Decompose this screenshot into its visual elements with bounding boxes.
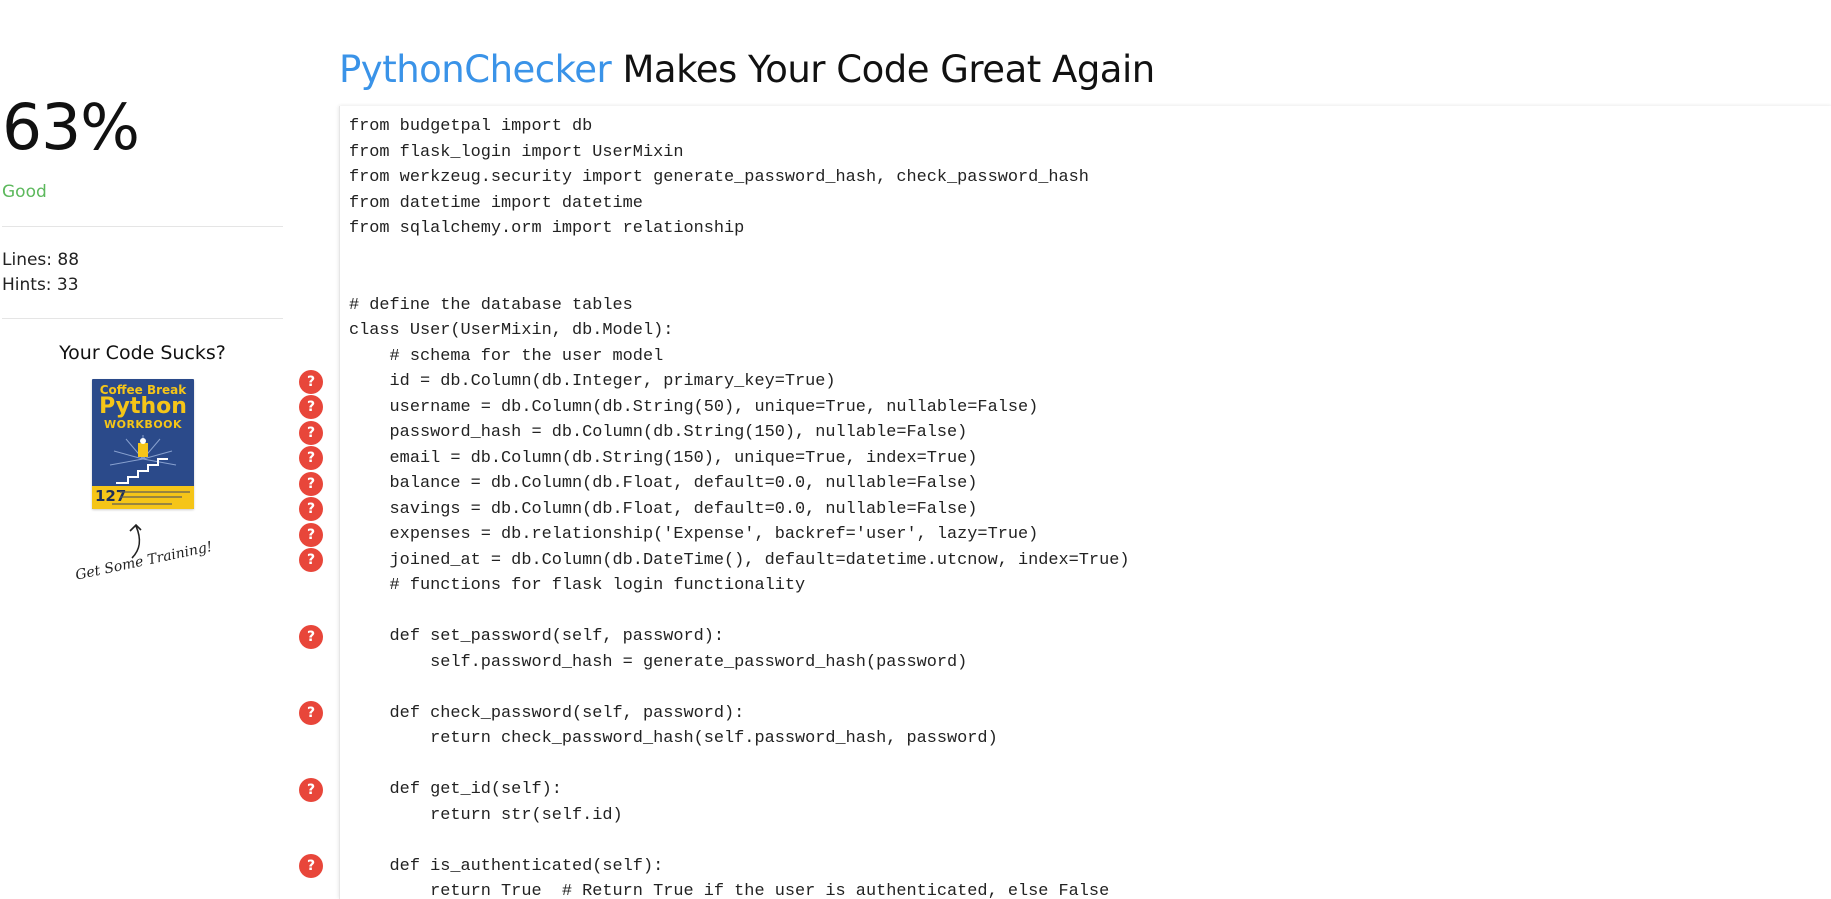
book-author-text [112, 503, 172, 505]
code-line[interactable] [349, 267, 1129, 293]
code-line[interactable]: return True # Return True if the user is… [349, 879, 1129, 899]
code-line[interactable]: self.password_hash = generate_password_h… [349, 650, 1129, 676]
code-line[interactable]: from werkzeug.security import generate_p… [349, 165, 1129, 191]
book-subtitle-text [120, 491, 190, 493]
code-line[interactable]: # functions for flask login functionalit… [349, 573, 1129, 599]
brand-name: PythonChecker [339, 48, 612, 91]
book-title-line3: WORKBOOK [103, 418, 183, 431]
hint-help-icon[interactable]: ? [299, 548, 323, 573]
lines-count: Lines: 88 [2, 250, 80, 270]
code-line[interactable] [349, 752, 1129, 778]
code-line[interactable]: balance = db.Column(db.Float, default=0.… [349, 471, 1129, 497]
hint-help-icon[interactable]: ? [299, 497, 323, 522]
code-line[interactable]: def is_authenticated(self): [349, 854, 1129, 880]
hint-help-icon[interactable]: ? [299, 624, 323, 649]
hint-help-icon[interactable]: ? [299, 471, 323, 496]
code-listing[interactable]: from budgetpal import db from flask_login… [349, 114, 1129, 899]
code-line[interactable]: id = db.Column(db.Integer, primary_key=T… [349, 369, 1129, 395]
code-line[interactable]: class User(UserMixin, db.Model): [349, 318, 1129, 344]
sidebar-divider [2, 318, 283, 319]
page-title: PythonChecker Makes Your Code Great Agai… [339, 45, 1155, 95]
code-line[interactable]: def set_password(self, password): [349, 624, 1129, 650]
code-line[interactable] [349, 242, 1129, 268]
code-line[interactable]: email = db.Column(db.String(150), unique… [349, 446, 1129, 472]
code-line[interactable]: expenses = db.relationship('Expense', ba… [349, 522, 1129, 548]
book-subtitle-text [120, 496, 182, 498]
code-line[interactable] [349, 828, 1129, 854]
hint-help-icon[interactable]: ? [299, 446, 323, 471]
code-line[interactable]: from flask_login import UserMixin [349, 140, 1129, 166]
staircase-illustration-icon [109, 435, 177, 484]
code-line[interactable]: username = db.Column(db.String(50), uniq… [349, 395, 1129, 421]
code-line[interactable]: # define the database tables [349, 293, 1129, 319]
book-title-line2: Python [99, 394, 187, 419]
hint-help-icon[interactable]: ? [299, 854, 323, 879]
code-line[interactable]: # schema for the user model [349, 344, 1129, 370]
code-line[interactable]: from datetime import datetime [349, 191, 1129, 217]
code-line[interactable]: from sqlalchemy.orm import relationship [349, 216, 1129, 242]
python-workbook-cover[interactable]: Coffee Break Python WORKBOOK 127 [92, 379, 194, 509]
code-line[interactable]: password_hash = db.Column(db.String(150)… [349, 420, 1129, 446]
code-line[interactable]: savings = db.Column(db.Float, default=0.… [349, 497, 1129, 523]
code-line[interactable]: return check_password_hash(self.password… [349, 726, 1129, 752]
hints-count: Hints: 33 [2, 275, 79, 295]
code-editor[interactable]: from budgetpal import db from flask_login… [339, 106, 1831, 899]
code-line[interactable]: def check_password(self, password): [349, 701, 1129, 727]
promo-title: Your Code Sucks? [59, 342, 226, 364]
python-checker-page: 63% Good Lines: 88 Hints: 33 Your Code S… [0, 0, 1831, 899]
hint-help-icon[interactable]: ? [299, 701, 323, 726]
score-percentage: 63% [2, 91, 140, 164]
tagline: Makes Your Code Great Again [611, 48, 1155, 91]
code-line[interactable]: joined_at = db.Column(db.DateTime(), def… [349, 548, 1130, 574]
code-line[interactable]: return str(self.id) [349, 803, 1129, 829]
hint-help-icon[interactable]: ? [299, 420, 323, 445]
code-line[interactable]: def get_id(self): [349, 777, 1129, 803]
hint-help-icon[interactable]: ? [299, 522, 323, 547]
hint-help-icon[interactable]: ? [299, 777, 323, 802]
code-line[interactable]: from budgetpal import db [349, 114, 1129, 140]
hint-help-icon[interactable]: ? [299, 369, 323, 394]
code-line[interactable] [349, 675, 1129, 701]
score-rating: Good [2, 182, 47, 202]
hint-help-icon[interactable]: ? [299, 395, 323, 420]
code-line[interactable] [349, 599, 1129, 625]
sidebar-divider [2, 226, 283, 227]
